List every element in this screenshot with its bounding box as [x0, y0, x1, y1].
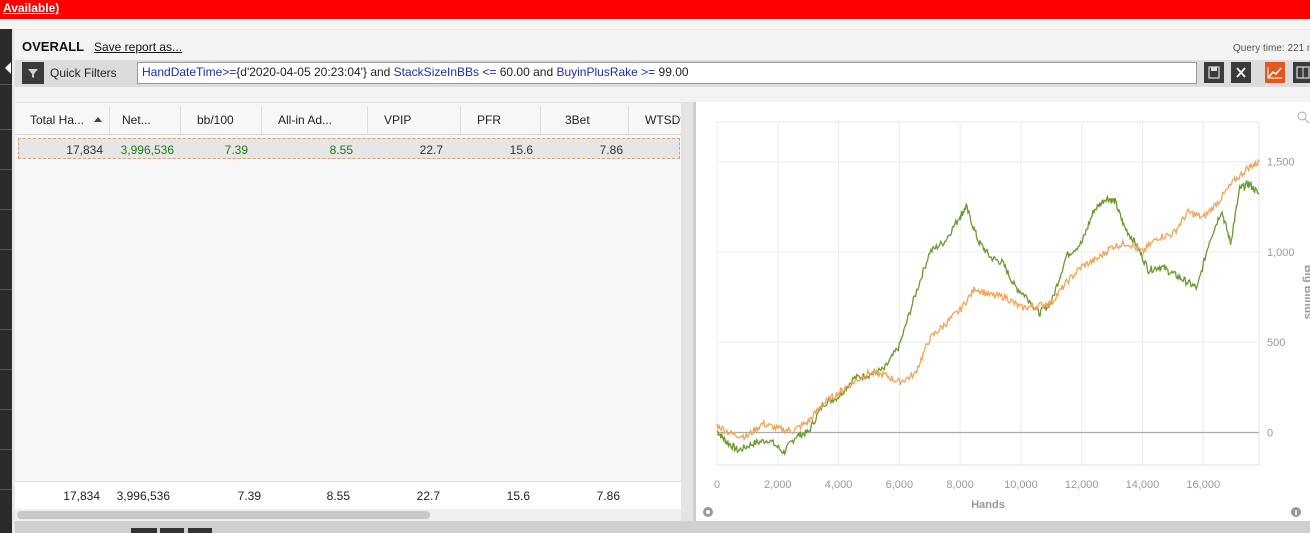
- filter-token: 60.00 and: [499, 65, 557, 79]
- y-tick-label: 0: [1267, 428, 1273, 440]
- quick-filters-label: Quick Filters: [50, 66, 117, 80]
- column-header[interactable]: VPIP: [384, 113, 411, 127]
- rail-divider: [0, 289, 12, 290]
- rail-divider: [0, 169, 12, 170]
- rail-divider: [0, 249, 12, 250]
- chart-view-button[interactable]: [1265, 62, 1285, 83]
- banner-spacer: [0, 19, 1310, 29]
- filter-token: >=: [222, 65, 237, 79]
- x-tick-label: 14,000: [1126, 479, 1160, 491]
- y-tick-label: 500: [1267, 337, 1285, 349]
- rail-divider: [0, 409, 12, 410]
- totals-cell: 3,996,536: [116, 489, 170, 503]
- filter-expression-text: HandDateTime>={d'2020-04-05 20:23:04'} a…: [142, 65, 689, 79]
- x-tick-label: 6,000: [886, 479, 914, 491]
- filter-token: StackSizeInBBs: [393, 65, 480, 79]
- gear-icon[interactable]: [703, 507, 713, 517]
- column-separator[interactable]: [367, 106, 368, 134]
- save-report-link[interactable]: Save report as...: [94, 40, 182, 54]
- table-cell: 8.55: [329, 143, 353, 157]
- column-header[interactable]: Net...: [122, 113, 151, 127]
- rail-divider: [0, 129, 12, 130]
- x-tick-label: 16,000: [1186, 479, 1220, 491]
- rail-divider: [0, 369, 12, 370]
- banner-link[interactable]: Available): [3, 1, 59, 15]
- table-cell: 7.39: [224, 143, 248, 157]
- stats-table: [15, 102, 681, 521]
- save-filter-button[interactable]: [1204, 62, 1224, 83]
- rail-divider: [0, 84, 12, 85]
- bottom-tab[interactable]: [160, 528, 184, 533]
- column-separator[interactable]: [109, 106, 110, 134]
- bottom-tab[interactable]: [131, 528, 157, 533]
- x-tick-label: 4,000: [825, 479, 853, 491]
- rail-divider: [0, 489, 12, 490]
- line-chart-icon: [1267, 67, 1282, 79]
- totals-cell: 7.86: [596, 489, 620, 503]
- column-header[interactable]: WTSD%: [645, 113, 681, 127]
- chart-pane: 0 2,000 4,000 6,000 8,000 10,000 12,000 14,000 1…: [696, 102, 1310, 521]
- totals-cell: 7.39: [237, 489, 261, 503]
- winnings-graph: 0 2,000 4,000 6,000 8,000 10,000 12,000 14,000 1…: [703, 111, 1310, 517]
- filter-funnel-button[interactable]: [22, 62, 44, 84]
- rail-divider: [0, 449, 12, 450]
- columns-view-button[interactable]: [1293, 62, 1310, 83]
- report-title: OVERALL: [22, 39, 85, 54]
- y-tick-label: 1,000: [1267, 247, 1295, 259]
- filter-token: {d'2020-04-05 20:23:04'} and: [236, 65, 394, 79]
- table-cell: 22.7: [419, 143, 443, 157]
- column-separator[interactable]: [261, 106, 262, 134]
- column-header[interactable]: Total Ha...: [30, 113, 84, 127]
- y-tick-label: 1,500: [1267, 157, 1295, 169]
- notification-banner: Available): [0, 0, 1310, 19]
- totals-cell: 22.7: [416, 489, 440, 503]
- close-icon: [1236, 67, 1246, 78]
- table-cell: 17,834: [66, 143, 103, 157]
- x-tick-label: 12,000: [1065, 479, 1099, 491]
- query-time: Query time: 221 m: [1233, 43, 1310, 54]
- x-tick-label: 10,000: [1004, 479, 1038, 491]
- table-cell: 15.6: [509, 143, 533, 157]
- bottom-tab[interactable]: [188, 528, 212, 533]
- column-header[interactable]: All-in Ad...: [278, 113, 332, 127]
- collapse-arrow-icon[interactable]: [5, 62, 11, 74]
- rail-divider: [0, 209, 12, 210]
- x-axis-label: Hands: [971, 499, 1005, 511]
- info-icon[interactable]: [1291, 507, 1301, 517]
- table-cell: 7.86: [599, 143, 623, 157]
- columns-icon: [1296, 66, 1310, 79]
- zoom-icon[interactable]: [1297, 111, 1310, 124]
- column-header[interactable]: PFR: [477, 113, 501, 127]
- left-side-rail: [0, 29, 12, 533]
- column-header[interactable]: 3Bet: [565, 113, 590, 127]
- sort-ascending-icon: [94, 117, 102, 122]
- filter-token: HandDateTime: [142, 65, 223, 79]
- column-separator[interactable]: [628, 106, 629, 134]
- column-separator[interactable]: [540, 106, 541, 134]
- header-divider: [15, 134, 681, 135]
- scrollbar-thumb[interactable]: [17, 511, 430, 519]
- filter-token: BuyinPlusRake: [556, 65, 638, 79]
- x-tick-label: 2,000: [764, 479, 792, 491]
- filter-token: >=: [637, 65, 659, 79]
- column-separator[interactable]: [460, 106, 461, 134]
- funnel-icon: [28, 69, 38, 78]
- filter-token: 99.00: [658, 65, 689, 79]
- totals-cell: 8.55: [326, 489, 350, 503]
- table-cell: 3,996,536: [120, 143, 174, 157]
- x-tick-label: 0: [714, 479, 720, 491]
- filter-token: <=: [479, 65, 500, 79]
- totals-cell: 17,834: [63, 489, 100, 503]
- column-separator[interactable]: [180, 106, 181, 134]
- save-icon: [1208, 66, 1220, 79]
- x-tick-label: 8,000: [946, 479, 974, 491]
- y-axis-label: Big Blinds: [1302, 265, 1310, 319]
- totals-cell: 15.6: [506, 489, 530, 503]
- column-header[interactable]: bb/100: [197, 113, 234, 127]
- clear-filter-button[interactable]: [1231, 62, 1251, 83]
- rail-divider: [0, 329, 12, 330]
